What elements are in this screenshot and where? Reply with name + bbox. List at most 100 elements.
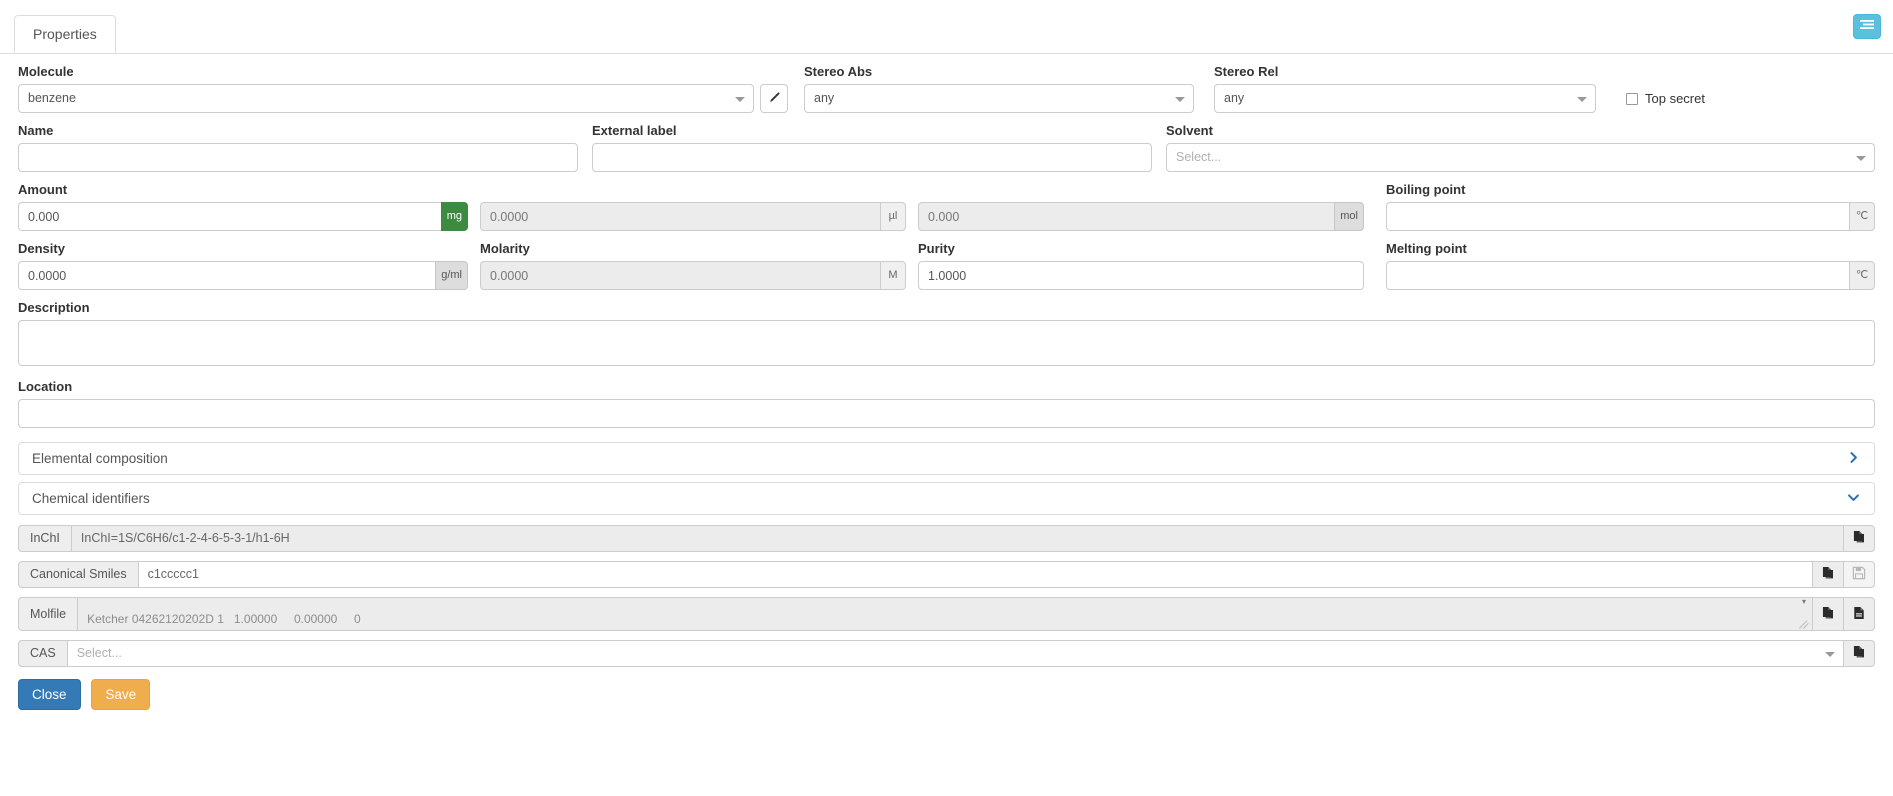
canonical-smiles-save-button[interactable] xyxy=(1844,561,1875,588)
molarity-unit[interactable]: M xyxy=(880,261,906,290)
stereo-rel-select[interactable]: any xyxy=(1214,84,1596,113)
chemical-identifiers-title: Chemical identifiers xyxy=(32,491,150,506)
form-row-density: Density g/ml Molarity M Purity Melting p… xyxy=(18,241,1875,300)
external-label-label: External label xyxy=(592,123,677,138)
location-input[interactable] xyxy=(18,399,1875,428)
description-label: Description xyxy=(18,300,90,315)
chevron-down-icon[interactable] xyxy=(1847,491,1860,507)
copy-icon xyxy=(1821,606,1835,623)
identifier-row-inchi: InChI InChI=1S/C6H6/c1-2-4-6-5-3-1/h1-6H xyxy=(18,525,1875,552)
stereo-abs-select[interactable]: any xyxy=(804,84,1194,113)
section-elemental-composition[interactable]: Elemental composition xyxy=(18,442,1875,475)
molecule-label: Molecule xyxy=(18,64,74,79)
solvent-label: Solvent xyxy=(1166,123,1213,138)
top-secret-label: Top secret xyxy=(1645,91,1705,106)
top-secret-checkbox-wrap[interactable]: Top secret xyxy=(1622,84,1875,113)
close-button[interactable]: Close xyxy=(18,679,81,710)
chevron-down-icon xyxy=(1577,96,1587,102)
amount-volume-input[interactable] xyxy=(480,202,880,231)
amount-mass-unit[interactable]: mg xyxy=(440,202,468,231)
chevron-down-icon xyxy=(1856,155,1866,161)
inchi-value: InChI=1S/C6H6/c1-2-4-6-5-3-1/h1-6H xyxy=(71,525,1844,552)
section-chemical-identifiers[interactable]: Chemical identifiers xyxy=(18,482,1875,515)
copy-icon xyxy=(1852,530,1866,547)
tab-strip: Properties xyxy=(0,0,1893,54)
tab-properties[interactable]: Properties xyxy=(14,15,116,53)
purity-label: Purity xyxy=(918,241,955,256)
identifier-row-canonical-smiles: Canonical Smiles c1ccccc1 xyxy=(18,561,1875,588)
name-label: Name xyxy=(18,123,54,138)
form-row-amount: Amount mg µl mol xyxy=(18,182,1875,241)
chevron-down-icon xyxy=(1825,651,1835,657)
molecule-select[interactable]: benzene xyxy=(18,84,754,113)
top-secret-field: Top secret xyxy=(1622,64,1875,113)
location-label: Location xyxy=(18,379,73,394)
melting-point-unit: ℃ xyxy=(1849,261,1875,290)
chevron-down-icon xyxy=(735,96,745,102)
form-row-name: Name External label Solvent Select... xyxy=(18,123,1875,182)
canonical-smiles-copy-button[interactable] xyxy=(1813,561,1844,588)
description-field: Description xyxy=(18,300,1875,369)
stereo-abs-label: Stereo Abs xyxy=(804,64,873,79)
inchi-tag: InChI xyxy=(18,525,72,552)
amount-volume-unit[interactable]: µl xyxy=(880,202,906,231)
stereo-rel-value: any xyxy=(1224,91,1245,105)
description-textarea[interactable] xyxy=(18,320,1875,366)
footer-actions: Close Save xyxy=(0,667,1893,710)
boiling-point-input[interactable] xyxy=(1386,202,1849,231)
amount-mol-input[interactable] xyxy=(918,202,1335,231)
chevron-right-icon[interactable] xyxy=(1847,451,1860,467)
amount-mol-unit[interactable]: mol xyxy=(1334,202,1364,231)
molfile-value: Ketcher 04262120202D 1 1.00000 0.00000 0 xyxy=(87,612,361,626)
molarity-field: Molarity M xyxy=(480,241,906,290)
solvent-field: Solvent Select... xyxy=(1166,123,1875,172)
top-secret-checkbox[interactable] xyxy=(1626,92,1638,105)
density-label: Density xyxy=(18,241,65,256)
copy-icon xyxy=(1852,645,1866,662)
form-row-molecule: Molecule benzene Stereo Abs any Stereo R… xyxy=(18,64,1875,123)
stereo-rel-field: Stereo Rel any xyxy=(1214,64,1596,113)
save-button[interactable]: Save xyxy=(91,679,151,710)
solvent-value: Select... xyxy=(1176,150,1222,164)
elemental-composition-title: Elemental composition xyxy=(32,451,168,466)
floppy-disk-icon xyxy=(1852,566,1866,583)
molarity-input[interactable] xyxy=(480,261,880,290)
purity-input[interactable] xyxy=(918,261,1364,290)
amount-volume-field: µl xyxy=(480,182,906,231)
boiling-point-label: Boiling point xyxy=(1386,182,1466,197)
panel-toggle-button[interactable] xyxy=(1853,14,1881,39)
properties-form: Molecule benzene Stereo Abs any Stereo R… xyxy=(0,54,1893,667)
molecule-value: benzene xyxy=(28,91,76,105)
chevron-down-icon xyxy=(1175,96,1185,102)
amount-mass-field: Amount mg xyxy=(18,182,468,231)
amount-mass-input[interactable] xyxy=(18,202,441,231)
name-input[interactable] xyxy=(18,143,578,172)
file-text-icon xyxy=(1852,606,1866,623)
inchi-copy-button[interactable] xyxy=(1844,525,1875,552)
sample-properties-window: Properties Molecule benzene Stereo Abs a… xyxy=(0,0,1893,796)
solvent-select[interactable]: Select... xyxy=(1166,143,1875,172)
pencil-icon xyxy=(768,91,781,107)
external-label-input[interactable] xyxy=(592,143,1152,172)
molfile-tag: Molfile xyxy=(18,597,79,631)
molfile-value-area[interactable]: Ketcher 04262120202D 1 1.00000 0.00000 0… xyxy=(78,597,1813,631)
amount-mol-field: mol xyxy=(918,182,1364,231)
molfile-copy-button[interactable] xyxy=(1813,597,1844,631)
molecule-edit-button[interactable] xyxy=(760,84,788,113)
purity-field: Purity xyxy=(918,241,1364,290)
melting-point-input[interactable] xyxy=(1386,261,1849,290)
cas-select[interactable]: Select... xyxy=(67,640,1844,667)
spinner-icon: ▾ xyxy=(1802,597,1807,606)
density-unit[interactable]: g/ml xyxy=(435,261,468,290)
molecule-field: Molecule benzene xyxy=(18,64,788,113)
melting-point-label: Melting point xyxy=(1386,241,1467,256)
stereo-abs-value: any xyxy=(814,91,835,105)
cas-copy-button[interactable] xyxy=(1844,640,1875,667)
name-field: Name xyxy=(18,123,578,172)
molfile-download-button[interactable] xyxy=(1844,597,1875,631)
cas-tag: CAS xyxy=(18,640,68,667)
list-icon xyxy=(1860,19,1874,35)
melting-point-field: Melting point ℃ xyxy=(1386,241,1875,290)
density-input[interactable] xyxy=(18,261,436,290)
stereo-rel-label: Stereo Rel xyxy=(1214,64,1279,79)
